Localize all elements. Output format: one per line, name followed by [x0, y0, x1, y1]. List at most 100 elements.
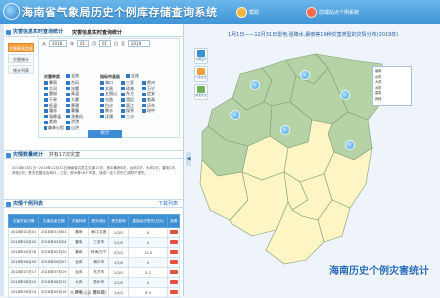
table-cell: 12.5	[127, 247, 169, 258]
region-checkbox[interactable]: 定安	[142, 91, 161, 96]
type-checkbox[interactable]: 大雾	[66, 97, 86, 102]
tool-geo-disaster[interactable]: 地质灾害	[194, 84, 208, 100]
view-details-button[interactable]	[169, 240, 178, 244]
disaster-marker[interactable]	[250, 80, 260, 90]
type-checkbox[interactable]: 高温	[66, 91, 86, 96]
tool-weather-disaster[interactable]: 气象灾害	[194, 66, 208, 82]
from-month-select[interactable]: 01	[77, 40, 89, 47]
region-checkbox[interactable]: 澄迈	[121, 97, 140, 102]
disaster-marker[interactable]	[300, 70, 310, 80]
type-checkbox[interactable]: 台风	[66, 80, 86, 85]
table-row[interactable]: 2018年05月18 2018年05月20 暴雨 琼海/万宁 2/3/1 12.5	[7, 247, 180, 258]
type-checkbox[interactable]: 其他	[44, 119, 64, 124]
download-list-link[interactable]: 下载列表	[158, 200, 178, 209]
tab-list[interactable]: 统计列表	[8, 65, 34, 74]
view-details-button[interactable]	[169, 280, 178, 284]
table-cell: 2018年03月04	[38, 237, 70, 248]
region-checkbox[interactable]: 五指山	[100, 91, 119, 96]
table-cell: 2/3/1	[108, 247, 129, 258]
date-to-label: 至	[121, 40, 125, 46]
table-cell: 海口/文昌	[88, 227, 110, 238]
table-cell: 2/2/0	[108, 277, 129, 288]
type-checkbox[interactable]: 雾霾	[66, 108, 86, 113]
region-checkbox[interactable]: 保亭	[121, 108, 140, 113]
region-checkbox[interactable]: 东方	[121, 91, 140, 96]
disaster-marker[interactable]	[340, 90, 350, 100]
checkbox-icon	[44, 92, 48, 97]
app-title: 海南省气象局历史个例库存储查询系统	[22, 6, 218, 19]
region-checkbox[interactable]: 海口	[100, 80, 119, 85]
table-cell: 大风	[68, 277, 90, 288]
tab-statistics[interactable]: 灾害统计	[8, 54, 34, 63]
checkbox-icon	[142, 109, 146, 113]
map-area[interactable]	[192, 24, 440, 296]
type-select-all[interactable]: 全选	[66, 73, 79, 78]
to-year-select[interactable]: 2018	[128, 40, 150, 47]
type-checkbox[interactable]: 雷电	[44, 91, 64, 97]
checkbox-icon	[44, 103, 48, 108]
view-cell	[167, 247, 180, 258]
table-cell: 0	[127, 227, 169, 238]
legend-item: 其他	[375, 96, 382, 101]
region-checkbox[interactable]: 临高	[142, 97, 161, 102]
view-cell	[167, 227, 180, 238]
region-checkbox[interactable]: 三沙	[121, 114, 140, 119]
hainan-map	[199, 53, 389, 265]
type-checkbox[interactable]: 洪涝	[66, 119, 86, 124]
table-row[interactable]: 2018年01月01 2018年01月03 暴雨 海口/文昌 1/3/1 0	[7, 227, 180, 238]
frontend-system-button[interactable]: 前端站点个例系统	[306, 5, 359, 19]
tab-basic-info[interactable]: 灾害基本信息	[8, 43, 34, 52]
region-checkbox[interactable]: 三亚	[121, 80, 140, 85]
region-select-all[interactable]: 全选	[126, 73, 139, 78]
view-details-button[interactable]	[169, 230, 178, 234]
column-header: 灾害种类	[68, 214, 90, 228]
checkbox-icon	[121, 114, 125, 119]
query-button[interactable]: 统计	[88, 130, 122, 138]
region-checkbox[interactable]: 陵水	[100, 108, 119, 113]
table-row[interactable]: 2018年03月02 2018年03月04 雷电 三亚市 1/1/0 0	[7, 237, 180, 248]
result-panel-title: 灾情数量统计 共有17次灾害	[4, 150, 184, 159]
date-range-row: 从 2018 年 01 月 01 日 至 2018	[42, 40, 153, 47]
checkbox-icon	[100, 98, 104, 102]
table-row[interactable]: 2018年08月10 2018年08月12 大风 儋州市 2/2/0 0	[7, 277, 180, 288]
tool-full-extent[interactable]: 全图显示	[194, 48, 208, 64]
day-label: 日	[114, 40, 118, 46]
help-button[interactable]: 帮助	[236, 5, 259, 19]
disaster-marker[interactable]	[280, 125, 290, 135]
table-cell: 2018年09月14	[7, 287, 40, 298]
table-row[interactable]: 2018年06月05 2018年06月07 台风 海口市 1/2/0 0	[7, 257, 180, 268]
region-checkbox[interactable]: 儋州	[142, 80, 161, 85]
column-header: 灾害开始日期	[7, 214, 40, 228]
type-checkbox[interactable]: 霜冻	[44, 108, 64, 113]
region-checkbox-label: 洋浦	[105, 113, 113, 119]
checkbox-icon	[121, 81, 125, 85]
from-day-select[interactable]: 01	[99, 40, 111, 47]
table-cell: 2018年03月02	[7, 237, 40, 248]
column-header: 查看	[167, 214, 180, 228]
view-cell	[167, 257, 180, 268]
checkbox-icon	[66, 109, 70, 113]
table-row[interactable]: 2018年07月17 2018年07月19 台风 东方市 1/3/1 5.2	[7, 267, 180, 278]
type-checkbox[interactable]: 暴雨	[44, 80, 64, 85]
table-cell: 2018年08月10	[7, 277, 40, 288]
disaster-marker[interactable]	[345, 140, 355, 150]
view-details-button[interactable]	[169, 270, 178, 274]
type-checkbox[interactable]: 森林火险	[44, 125, 64, 130]
table-cell: 0	[127, 237, 169, 248]
region-checkbox[interactable]: 屯昌	[100, 97, 119, 102]
region-checkbox[interactable]: 琼中	[142, 108, 161, 114]
region-checkbox-label: 琼中	[147, 108, 155, 114]
column-header: 直接经济损失(万元)	[127, 214, 169, 228]
view-details-button[interactable]	[169, 260, 178, 264]
region-checkbox[interactable]: 洋浦	[100, 113, 119, 119]
month-label: 月	[92, 40, 96, 46]
weather-icon	[197, 68, 205, 75]
column-header: 灾害结束日期	[38, 214, 70, 228]
collapse-panel-button[interactable]: ◀	[186, 152, 191, 166]
type-checkbox[interactable]: 山洪	[66, 125, 86, 130]
view-details-button[interactable]	[169, 290, 178, 294]
view-details-button[interactable]	[169, 250, 178, 254]
disaster-marker[interactable]	[230, 110, 240, 120]
from-year-select[interactable]: 2018	[49, 40, 67, 47]
type-checkbox[interactable]: 干旱	[44, 97, 64, 102]
